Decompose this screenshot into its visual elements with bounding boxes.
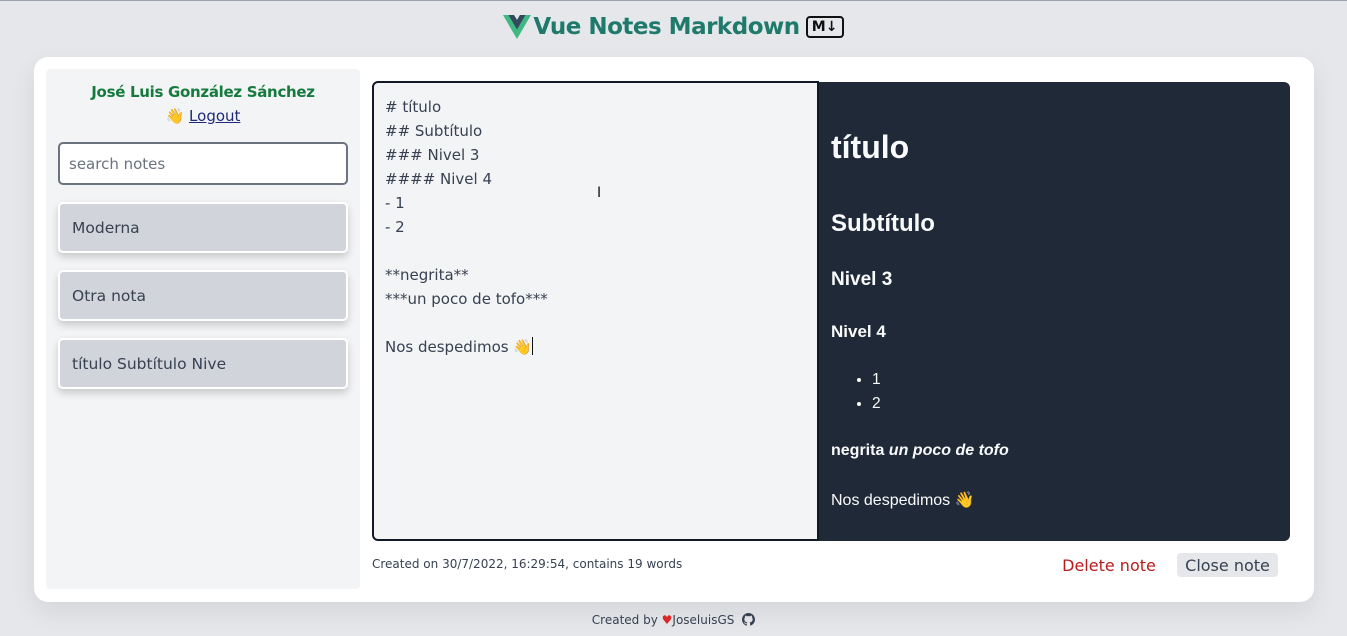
note-item-label: Otra nota bbox=[72, 286, 146, 305]
preview-heading-2: Subtítulo bbox=[831, 210, 935, 237]
vue-logo-icon bbox=[503, 15, 532, 39]
app-title: Vue Notes Markdown bbox=[533, 14, 800, 40]
preview-heading-4: Nivel 4 bbox=[831, 322, 886, 341]
waving-hand-icon: 👋 bbox=[165, 107, 185, 125]
footer: Created by ♥JoseluisGS bbox=[0, 613, 1347, 627]
sidebar: José Luis González Sánchez 👋 Logout Mode… bbox=[46, 69, 360, 589]
markdown-editor[interactable]: # título ## Subtítulo ### Nivel 3 #### N… bbox=[372, 81, 819, 541]
preview-bold-italic-text: un poco de tofo bbox=[888, 442, 1009, 459]
editor-content: # título ## Subtítulo ### Nivel 3 #### N… bbox=[385, 98, 548, 356]
heart-icon: ♥ bbox=[661, 613, 673, 627]
user-name: José Luis González Sánchez bbox=[91, 83, 315, 101]
note-meta: Created on 30/7/2022, 16:29:54, contains… bbox=[372, 557, 683, 571]
note-item-label: Moderna bbox=[72, 218, 140, 237]
preview-last-paragraph: Nos despedimos 👋 bbox=[831, 492, 975, 509]
footer-created-by: Created by bbox=[591, 613, 658, 627]
text-caret bbox=[532, 337, 534, 355]
note-item-label: título Subtítulo Nive bbox=[72, 354, 227, 373]
app-header: Vue Notes Markdown M↓ bbox=[0, 9, 1347, 45]
author-link[interactable]: JoseluisGS bbox=[672, 613, 734, 627]
close-note-button[interactable]: Close note bbox=[1177, 553, 1278, 577]
preview-paragraph: negrita un poco de tofo bbox=[831, 442, 1009, 460]
markdown-icon: M↓ bbox=[805, 16, 844, 38]
github-icon[interactable] bbox=[742, 613, 756, 626]
preview-bold-text: negrita bbox=[831, 442, 885, 459]
note-item-titulo[interactable]: título Subtítulo Nive bbox=[58, 338, 348, 389]
delete-note-button[interactable]: Delete note bbox=[1062, 553, 1156, 577]
note-item-moderna[interactable]: Moderna bbox=[58, 202, 348, 253]
logout-link[interactable]: Logout bbox=[189, 107, 240, 125]
search-input[interactable] bbox=[58, 142, 348, 185]
logout-line: 👋 Logout bbox=[46, 107, 360, 125]
preview-heading-3: Nivel 3 bbox=[831, 269, 893, 290]
text-cursor-icon: I bbox=[597, 185, 602, 201]
note-item-otra-nota[interactable]: Otra nota bbox=[58, 270, 348, 321]
preview-list: 1 2 bbox=[831, 368, 881, 416]
main-card: José Luis González Sánchez 👋 Logout Mode… bbox=[34, 57, 1314, 602]
markdown-preview: título Subtítulo Nivel 3 Nivel 4 1 2 neg… bbox=[819, 82, 1290, 541]
preview-heading-1: título bbox=[831, 129, 910, 165]
preview-list-item: 1 bbox=[872, 368, 881, 392]
preview-list-item: 2 bbox=[872, 392, 881, 416]
